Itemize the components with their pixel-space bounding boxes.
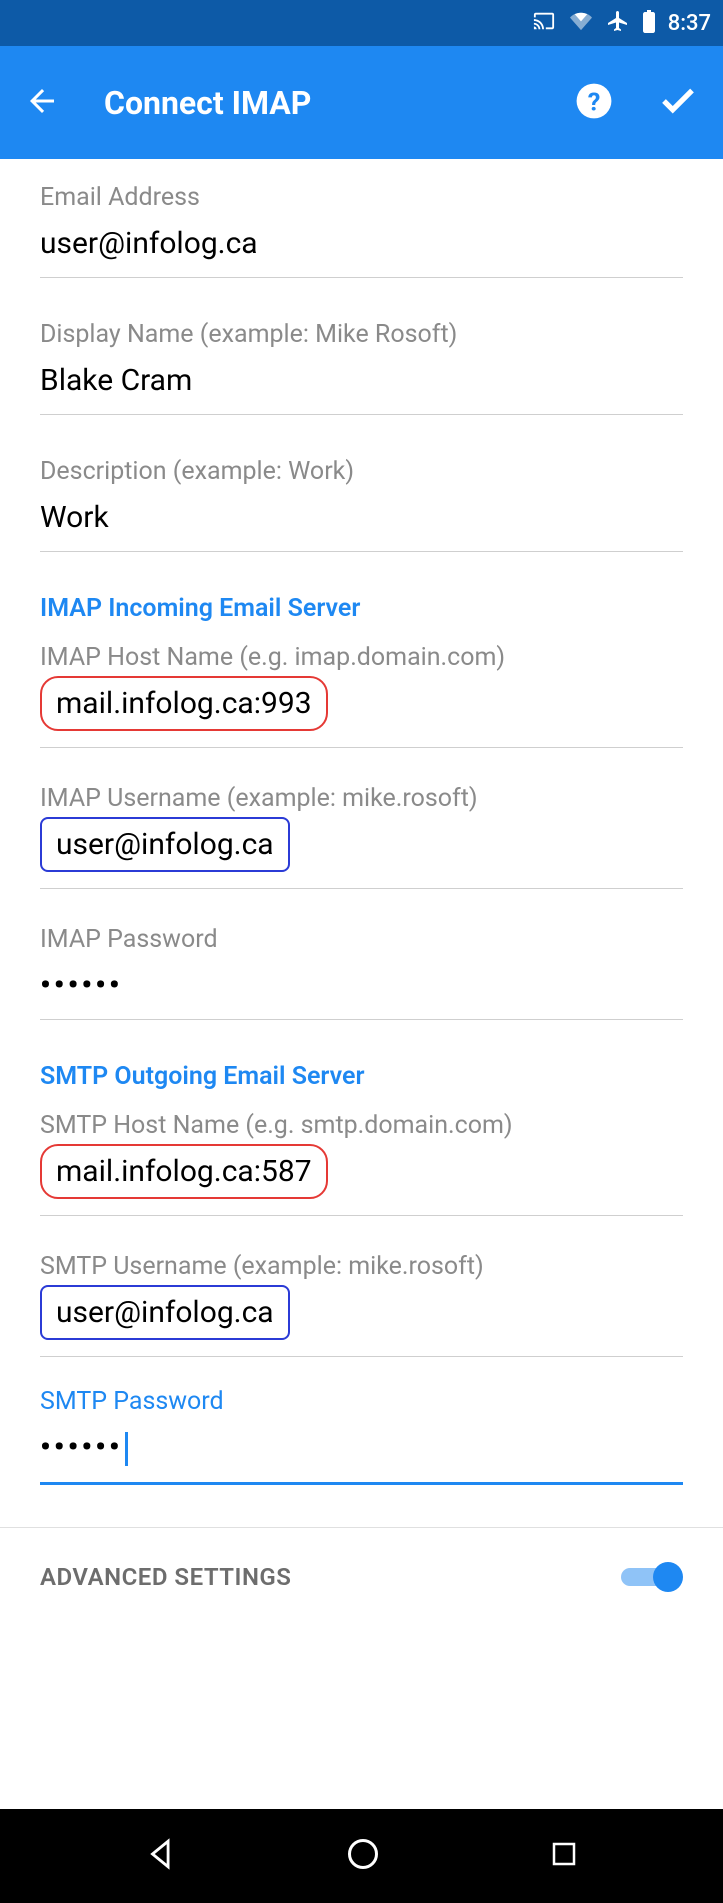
imap-host-input[interactable]: mail.infolog.ca:993	[56, 686, 312, 721]
imap-user-label: IMAP Username (example: mike.rosoft)	[40, 784, 683, 813]
nav-recent-button[interactable]	[549, 1839, 579, 1873]
description-label: Description (example: Work)	[40, 457, 683, 486]
cast-icon	[532, 10, 556, 36]
imap-pass-input[interactable]: ••••••	[40, 968, 683, 1020]
smtp-pass-label: SMTP Password	[40, 1387, 683, 1416]
smtp-user-field-group: SMTP Username (example: mike.rosoft) use…	[0, 1252, 723, 1357]
imap-host-field-group: IMAP Host Name (e.g. imap.domain.com) ma…	[0, 643, 723, 748]
smtp-host-label: SMTP Host Name (e.g. smtp.domain.com)	[40, 1111, 683, 1140]
advanced-settings-toggle[interactable]	[621, 1562, 683, 1592]
advanced-settings-label: ADVANCED SETTINGS	[40, 1563, 291, 1591]
smtp-section-heading: SMTP Outgoing Email Server	[0, 1062, 723, 1091]
imap-host-label: IMAP Host Name (e.g. imap.domain.com)	[40, 643, 683, 672]
description-field-group: Description (example: Work) Work	[0, 457, 723, 552]
advanced-settings-row[interactable]: ADVANCED SETTINGS	[0, 1528, 723, 1632]
smtp-pass-value: ••••••	[40, 1430, 123, 1465]
help-button[interactable]: ?	[575, 82, 613, 124]
confirm-button[interactable]	[657, 80, 699, 126]
imap-user-highlight: user@infolog.ca	[40, 817, 290, 872]
app-bar: Connect IMAP ?	[0, 46, 723, 159]
imap-host-highlight: mail.infolog.ca:993	[40, 676, 328, 731]
display-name-field-group: Display Name (example: Mike Rosoft) Blak…	[0, 320, 723, 415]
smtp-pass-field-group: SMTP Password ••••••	[0, 1387, 723, 1485]
wifi-icon	[568, 10, 594, 36]
page-title: Connect IMAP	[60, 84, 531, 122]
imap-section-heading: IMAP Incoming Email Server	[0, 594, 723, 623]
smtp-host-field-group: SMTP Host Name (e.g. smtp.domain.com) ma…	[0, 1111, 723, 1216]
airplane-icon	[606, 9, 630, 37]
email-input[interactable]: user@infolog.ca	[40, 226, 683, 278]
svg-text:?: ?	[588, 88, 601, 117]
smtp-user-label: SMTP Username (example: mike.rosoft)	[40, 1252, 683, 1281]
back-button[interactable]	[24, 83, 60, 123]
imap-user-field-group: IMAP Username (example: mike.rosoft) use…	[0, 784, 723, 889]
description-input[interactable]: Work	[40, 500, 683, 552]
status-time: 8:37	[668, 11, 711, 36]
toggle-thumb	[653, 1562, 683, 1592]
imap-pass-label: IMAP Password	[40, 925, 683, 954]
text-cursor	[125, 1432, 128, 1466]
form-content: Email Address user@infolog.ca Display Na…	[0, 159, 723, 1632]
battery-icon	[642, 9, 656, 37]
email-label: Email Address	[40, 183, 683, 212]
imap-pass-field-group: IMAP Password ••••••	[0, 925, 723, 1020]
smtp-pass-input[interactable]: ••••••	[40, 1430, 683, 1485]
smtp-user-highlight: user@infolog.ca	[40, 1285, 290, 1340]
smtp-host-highlight: mail.infolog.ca:587	[40, 1144, 328, 1199]
status-bar: 8:37	[0, 0, 723, 46]
imap-user-input[interactable]: user@infolog.ca	[56, 827, 274, 862]
display-name-input[interactable]: Blake Cram	[40, 363, 683, 415]
nav-back-button[interactable]	[144, 1837, 178, 1875]
smtp-host-input[interactable]: mail.infolog.ca:587	[56, 1154, 312, 1189]
smtp-user-input[interactable]: user@infolog.ca	[56, 1295, 274, 1330]
system-nav-bar	[0, 1809, 723, 1903]
display-name-label: Display Name (example: Mike Rosoft)	[40, 320, 683, 349]
email-field-group: Email Address user@infolog.ca	[0, 183, 723, 278]
nav-home-button[interactable]	[345, 1836, 381, 1876]
